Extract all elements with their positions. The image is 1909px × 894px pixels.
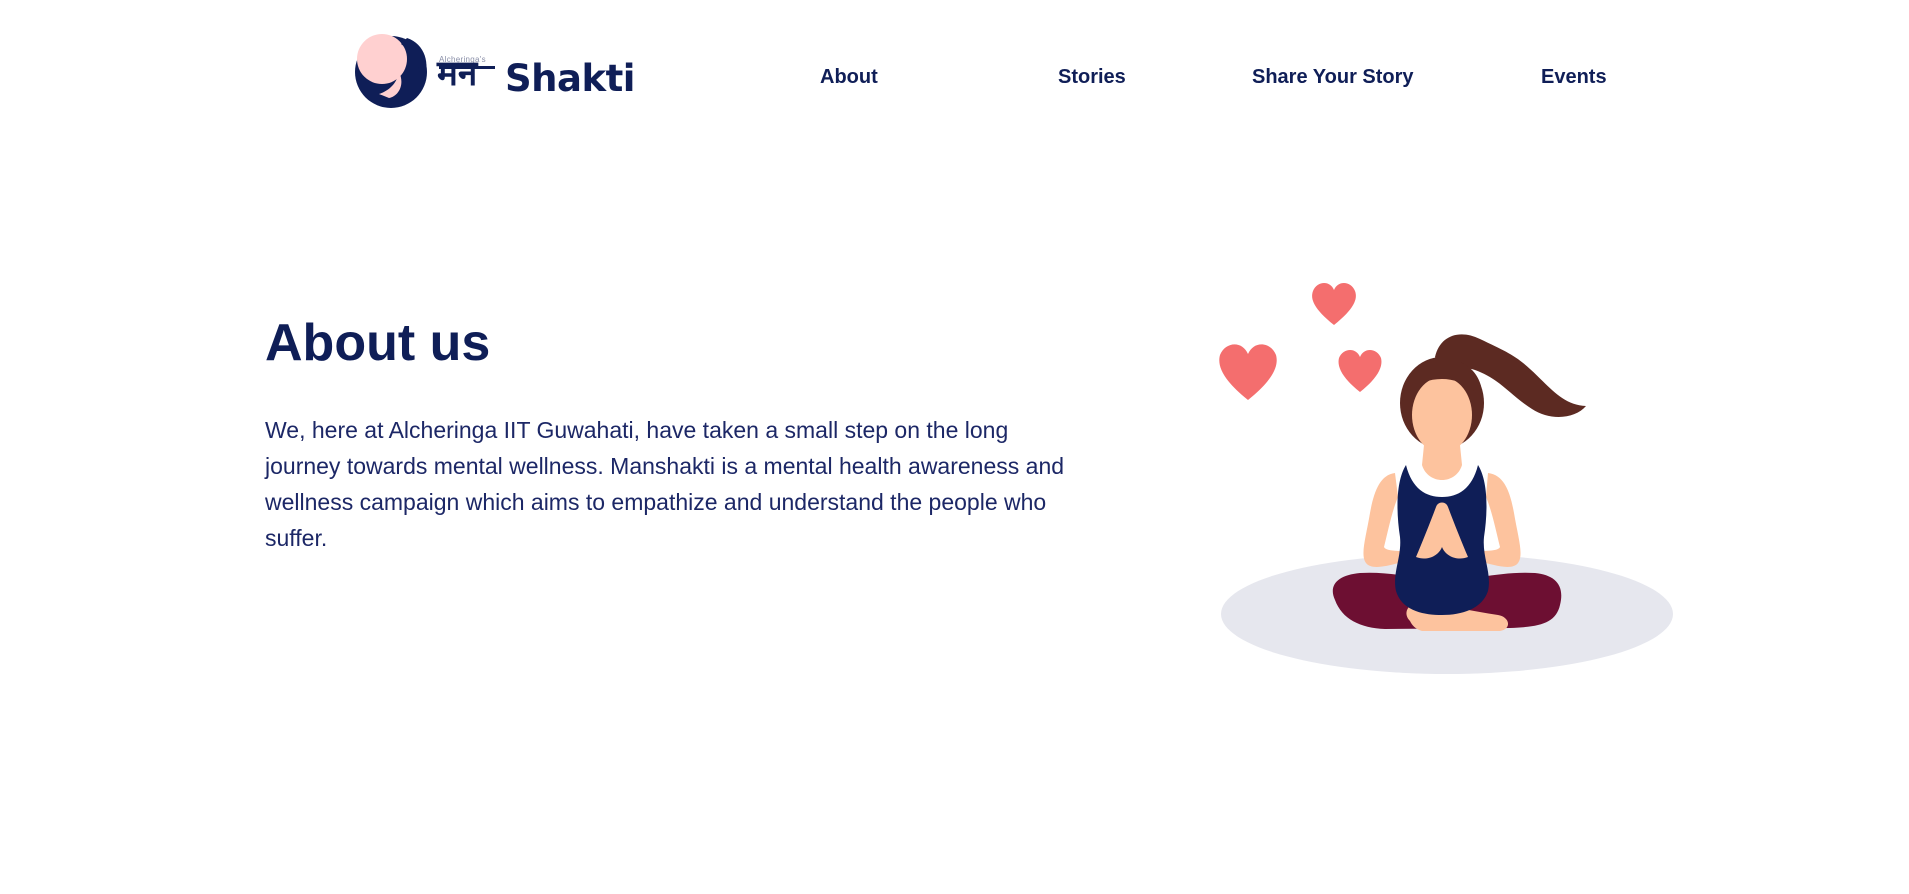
manshakti-logo[interactable]: Alcheringa's मन Shakti bbox=[355, 30, 635, 110]
page-title: About us bbox=[265, 314, 491, 372]
heart-icon bbox=[1219, 344, 1277, 400]
site-header: Alcheringa's मन Shakti About Stories Sha… bbox=[0, 0, 1909, 160]
nav-link-about[interactable]: About bbox=[820, 66, 878, 89]
logo-moon-icon bbox=[355, 34, 427, 108]
logo-devanagari-text: मन bbox=[437, 54, 478, 94]
about-paragraph: We, here at Alcheringa IIT Guwahati, hav… bbox=[265, 417, 1065, 551]
heart-icon bbox=[1338, 349, 1382, 392]
nav-link-events[interactable]: Events bbox=[1541, 66, 1607, 89]
nav-link-share-your-story[interactable]: Share Your Story bbox=[1252, 66, 1414, 89]
face-shape bbox=[1412, 377, 1472, 453]
page: Alcheringa's मन Shakti About Stories Sha… bbox=[0, 0, 1909, 894]
heart-icon bbox=[1312, 282, 1356, 325]
meditating-woman-illustration bbox=[1219, 282, 1673, 674]
nav-link-stories[interactable]: Stories bbox=[1058, 66, 1126, 89]
logo-latin-text: Shakti bbox=[505, 57, 635, 100]
